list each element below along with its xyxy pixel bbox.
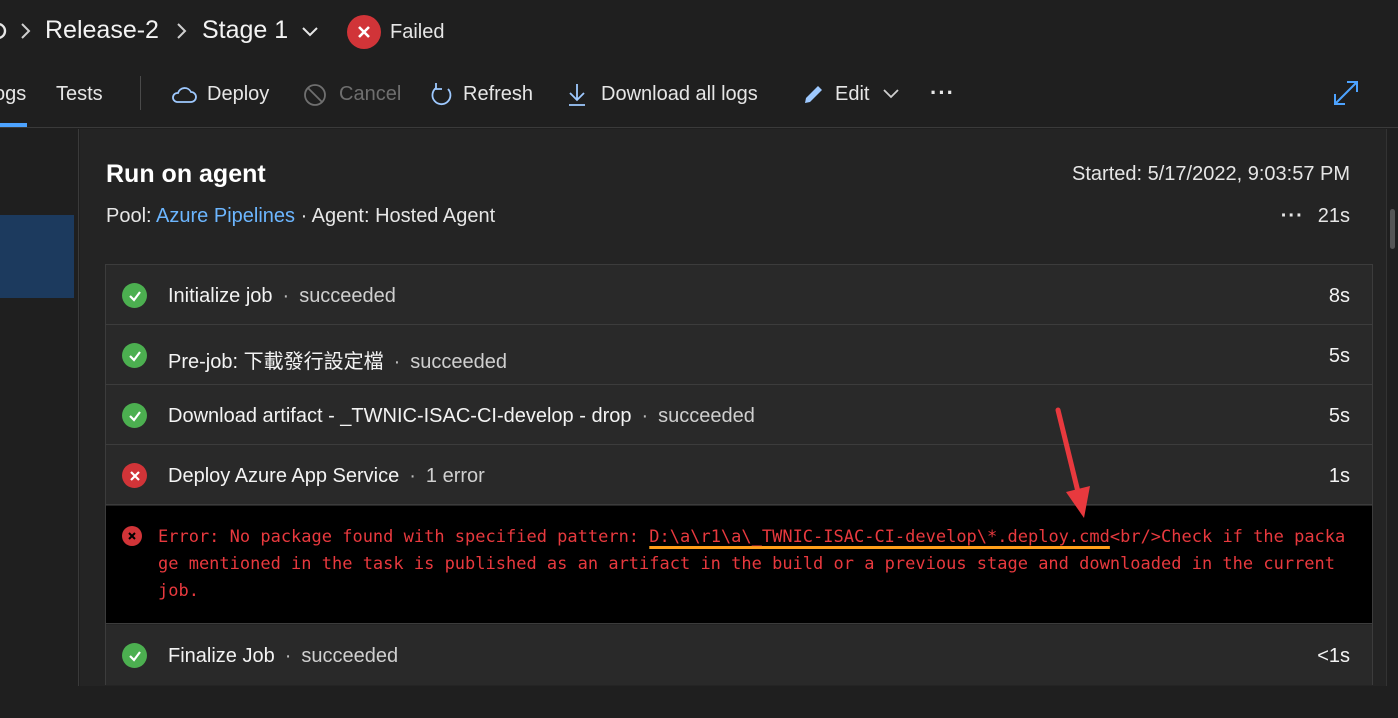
success-check-icon <box>122 343 147 368</box>
refresh-icon[interactable] <box>428 81 456 109</box>
bottom-strip <box>0 686 1398 718</box>
error-message-box: Error: No package found with specified p… <box>106 506 1372 624</box>
left-navigation <box>0 129 79 718</box>
step-name: Initialize job <box>168 285 273 307</box>
step-row-pre-job[interactable]: Pre-job: 下載發行設定檔 · succeeded 5s <box>106 325 1372 385</box>
step-status: 1 error <box>425 465 485 487</box>
chevron-down-icon[interactable] <box>300 24 320 40</box>
vertical-scrollbar[interactable] <box>1386 129 1398 718</box>
step-duration: 5s <box>1328 345 1350 367</box>
tab-tests[interactable]: Tests <box>56 83 103 106</box>
success-check-icon <box>122 403 147 428</box>
step-row-download-artifact[interactable]: Download artifact - _TWNIC-ISAC-CI-devel… <box>106 385 1372 445</box>
chevron-right-icon <box>21 23 31 39</box>
step-status: succeeded <box>299 285 396 307</box>
success-check-icon <box>122 643 147 668</box>
error-x-icon <box>122 463 147 488</box>
error-pattern: D:\a\r1\a\_TWNIC-ISAC-CI-develop\*.deplo… <box>649 527 1110 547</box>
refresh-button[interactable]: Refresh <box>463 83 533 106</box>
step-row-deploy-azure-app-service[interactable]: Deploy Azure App Service · 1 error 1s <box>106 445 1372 505</box>
selected-job-item[interactable] <box>0 215 74 298</box>
download-all-logs-button[interactable]: Download all logs <box>601 83 758 106</box>
step-duration: 8s <box>1328 285 1350 307</box>
step-duration: <1s <box>1317 645 1350 667</box>
step-duration: 5s <box>1328 405 1350 427</box>
scrollbar-thumb[interactable] <box>1390 209 1395 249</box>
chevron-right-icon <box>177 23 187 39</box>
job-duration-area: ··· 21s <box>1281 205 1350 228</box>
step-status: succeeded <box>301 645 399 667</box>
step-list: Initialize job · succeeded 8s Pre-job: 下載發… <box>105 264 1373 685</box>
step-duration: 1s <box>1328 465 1350 487</box>
step-name: Pre-job: 下載發行設定檔 <box>168 351 384 373</box>
cancel-button[interactable]: Cancel <box>339 83 401 106</box>
toolbar-separator <box>140 76 141 110</box>
breadcrumb-partial-glyph <box>0 23 7 39</box>
breadcrumb-release[interactable]: Release-2 <box>45 16 159 45</box>
job-started-time: Started: 5/17/2022, 9:03:57 PM <box>1072 163 1350 185</box>
step-name: Finalize Job <box>168 645 275 667</box>
status-text: Failed <box>390 21 445 43</box>
chevron-down-icon[interactable] <box>881 87 901 101</box>
breadcrumb-stage[interactable]: Stage 1 <box>202 16 288 45</box>
step-name: Deploy Azure App Service <box>168 465 400 487</box>
cloud-icon[interactable] <box>170 81 198 109</box>
error-prefix: Error: No package found with specified p… <box>158 527 650 547</box>
step-status: succeeded <box>410 351 508 373</box>
job-duration: 21s <box>1317 205 1350 227</box>
job-title: Run on agent <box>106 160 266 188</box>
annotation-arrow-icon <box>1055 407 1090 518</box>
step-name: Download artifact - _TWNIC-ISAC-CI-devel… <box>168 405 632 427</box>
failed-status-icon <box>347 15 381 49</box>
expand-icon[interactable] <box>1331 78 1361 108</box>
cancel-icon <box>304 84 326 106</box>
tab-logs[interactable]: ogs <box>0 83 26 106</box>
step-status: succeeded <box>658 405 755 427</box>
edit-button[interactable]: Edit <box>835 83 869 106</box>
success-check-icon <box>122 283 147 308</box>
step-row-initialize-job[interactable]: Initialize job · succeeded 8s <box>106 265 1372 325</box>
pool-link[interactable]: Azure Pipelines <box>156 205 295 227</box>
more-actions-button[interactable]: ··· <box>930 80 955 106</box>
step-row-finalize-job[interactable]: Finalize Job · succeeded <1s <box>106 625 1372 685</box>
download-icon[interactable] <box>564 81 592 109</box>
job-more-button[interactable]: ··· <box>1281 205 1318 227</box>
pool-label: Pool: <box>106 205 157 227</box>
toolbar: ogs Tests Deploy Cancel Refresh Download… <box>0 66 1398 128</box>
agent-text: · Agent: Hosted Agent <box>295 205 496 227</box>
deploy-button[interactable]: Deploy <box>207 83 269 106</box>
pool-agent-line: Pool: Azure Pipelines · Agent: Hosted Ag… <box>106 205 495 228</box>
error-message-text: Error: No package found with specified p… <box>158 524 1350 605</box>
error-x-icon <box>122 526 142 546</box>
header: Release-2 Stage 1 Failed <box>0 0 1398 66</box>
pencil-icon[interactable] <box>800 81 828 109</box>
selected-tab-indicator <box>0 123 27 127</box>
